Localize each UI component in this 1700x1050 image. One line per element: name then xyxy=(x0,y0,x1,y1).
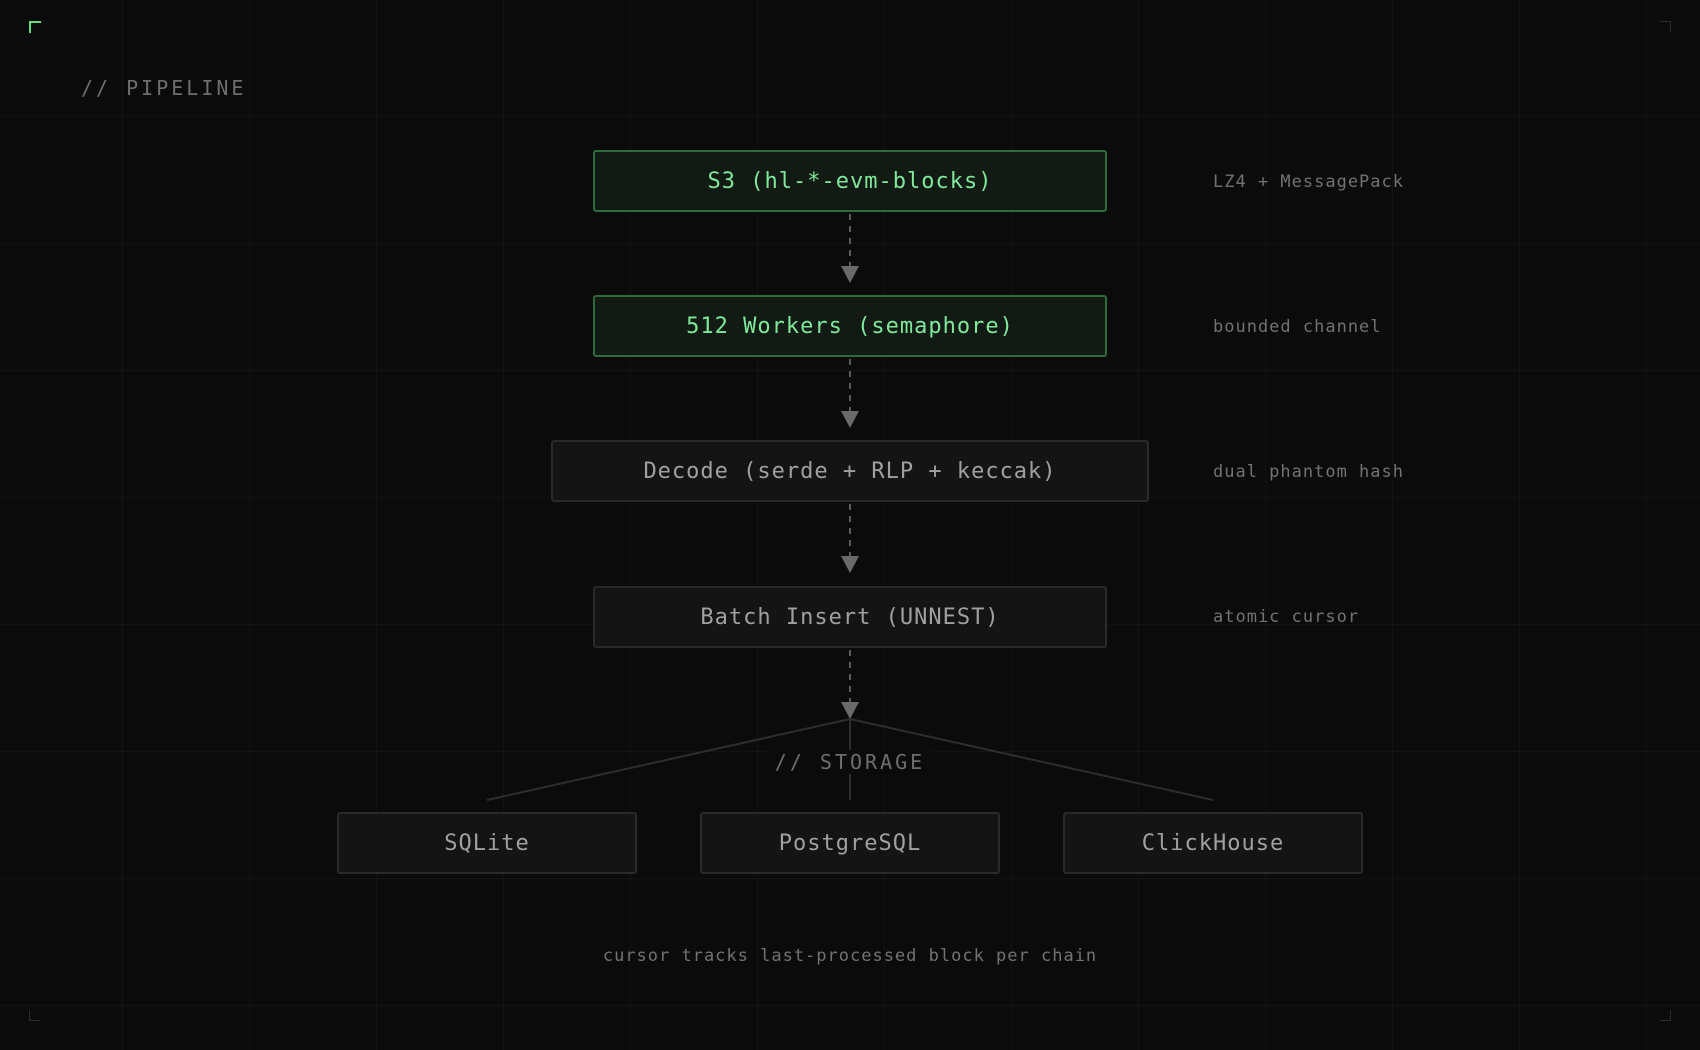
stage-s3-note: LZ4 + MessagePack xyxy=(1213,172,1404,192)
pipeline-section-label: // PIPELINE xyxy=(81,76,247,100)
storage-clickhouse-node[interactable]: ClickHouse xyxy=(1063,812,1363,874)
stage-workers-node[interactable]: 512 Workers (semaphore) xyxy=(593,295,1107,357)
storage-postgresql-label: PostgreSQL xyxy=(778,830,922,856)
stage-workers-note: bounded channel xyxy=(1213,317,1382,337)
stage-s3-label: S3 (hl-*-evm-blocks) xyxy=(707,168,993,194)
footer-note: cursor tracks last-processed block per c… xyxy=(602,946,1098,966)
stage-decode-note: dual phantom hash xyxy=(1213,462,1404,482)
storage-clickhouse-label: ClickHouse xyxy=(1141,830,1285,856)
stage-decode-label: Decode (serde + RLP + keccak) xyxy=(643,458,1057,484)
stage-s3-node[interactable]: S3 (hl-*-evm-blocks) xyxy=(593,150,1107,212)
stage-workers-label: 512 Workers (semaphore) xyxy=(686,313,1014,339)
storage-sqlite-label: SQLite xyxy=(444,830,530,856)
arrow-down-icon xyxy=(841,556,859,573)
stage-batch-insert-node[interactable]: Batch Insert (UNNEST) xyxy=(593,586,1107,648)
arrow-down-icon xyxy=(841,266,859,283)
storage-section-label: // STORAGE xyxy=(768,750,932,774)
arrow-down-icon xyxy=(841,411,859,428)
stage-batch-insert-note: atomic cursor xyxy=(1213,607,1360,627)
stage-decode-node[interactable]: Decode (serde + RLP + keccak) xyxy=(551,440,1149,502)
stage-batch-insert-label: Batch Insert (UNNEST) xyxy=(700,604,1000,630)
storage-postgresql-node[interactable]: PostgreSQL xyxy=(700,812,1000,874)
arrow-down-icon xyxy=(841,702,859,719)
storage-sqlite-node[interactable]: SQLite xyxy=(337,812,637,874)
